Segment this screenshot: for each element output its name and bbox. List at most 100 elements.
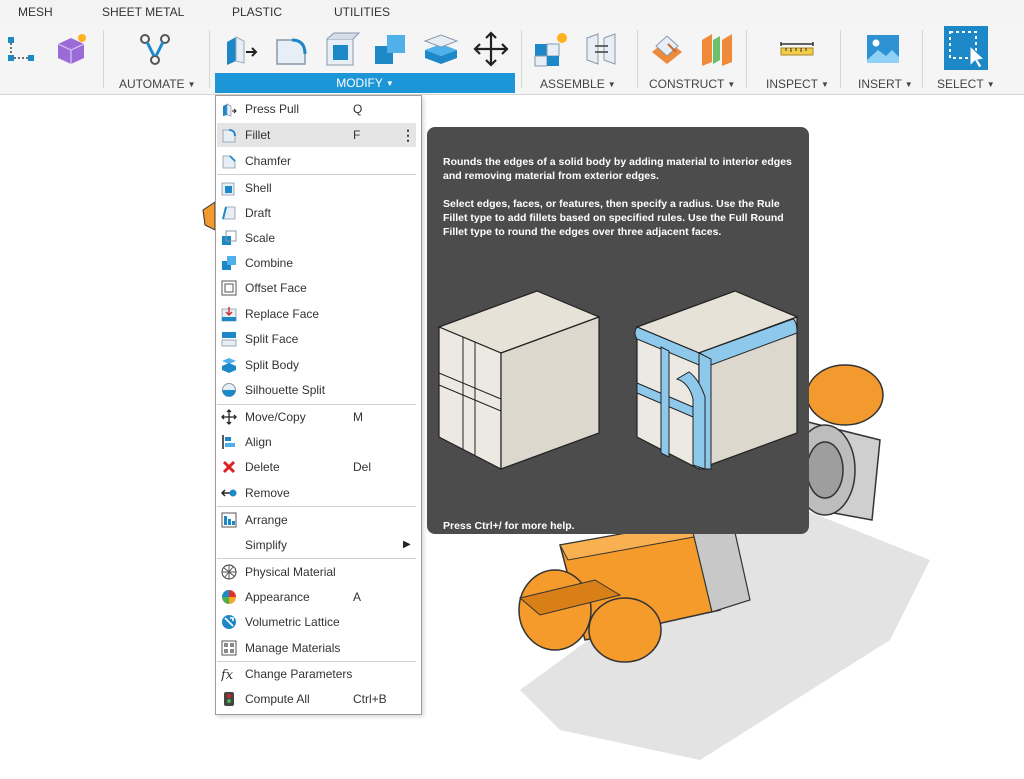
menu-item-label: Chamfer [245, 154, 292, 168]
menu-item-press-pull[interactable]: Press Pull Q [217, 97, 416, 121]
tab-utilities[interactable]: UTILITIES [334, 5, 390, 19]
menu-separator [217, 174, 416, 175]
menu-item-combine[interactable]: Combine [217, 251, 416, 275]
fillet-illustration [437, 290, 799, 470]
shell-icon[interactable] [322, 30, 360, 68]
menu-item-change-parameters[interactable]: fx Change Parameters [217, 662, 416, 686]
menu-item-arrange[interactable]: Arrange [217, 508, 416, 532]
new-component-icon[interactable] [532, 30, 570, 68]
menu-item-label: Delete [245, 460, 280, 474]
menu-item-volumetric-lattice[interactable]: Volumetric Lattice [217, 610, 416, 634]
menu-item-label: Silhouette Split [245, 383, 326, 397]
menu-item-label: Simplify [245, 538, 288, 552]
automate-group-label[interactable]: AUTOMATE ▼ [119, 76, 195, 92]
menu-item-remove[interactable]: Remove [217, 481, 416, 505]
separator [840, 30, 841, 88]
menu-item-label: Change Parameters [245, 667, 353, 681]
move-copy-icon[interactable] [472, 30, 510, 68]
menu-item-scale[interactable]: Scale [217, 226, 416, 250]
menu-item-draft[interactable]: Draft [217, 201, 416, 225]
tooltip-instructions: Select edges, faces, or features, then s… [443, 198, 784, 238]
form-icon[interactable] [52, 30, 90, 68]
menu-item-simplify[interactable]: Simplify ▶ [217, 533, 416, 557]
tab-plastic[interactable]: PLASTIC [232, 5, 282, 19]
menu-item-label: Fillet [245, 128, 271, 142]
modify-dropdown-menu: Press Pull Q Fillet F ⋮ Chamfer Shell Dr… [215, 95, 422, 715]
menu-item-silhouette-split[interactable]: Silhouette Split [217, 378, 416, 402]
separator [922, 30, 923, 88]
menu-separator [217, 506, 416, 507]
menu-item-chamfer[interactable]: Chamfer [217, 149, 416, 173]
tooltip-help-hint: Press Ctrl+/ for more help. [443, 520, 575, 532]
menu-item-split-body[interactable]: Split Body [217, 353, 416, 377]
menu-item-label: Press Pull [245, 102, 300, 116]
menu-item-label: Align [245, 435, 272, 449]
menu-item-replace-face[interactable]: Replace Face [217, 302, 416, 326]
menu-item-physical-material[interactable]: Physical Material [217, 560, 416, 584]
delete-icon [221, 459, 237, 475]
menu-item-align[interactable]: Align [217, 430, 416, 454]
menu-item-compute-all[interactable]: Compute All Ctrl+B [217, 687, 416, 711]
more-options-icon[interactable]: ⋮ [401, 123, 415, 147]
menu-item-shortcut: F [353, 128, 361, 142]
inspect-group-label[interactable]: INSPECT ▼ [766, 76, 829, 92]
assemble-group-label[interactable]: ASSEMBLE ▼ [540, 76, 616, 92]
tab-sheet-metal[interactable]: SHEET METAL [102, 5, 184, 19]
menu-item-fillet[interactable]: Fillet F ⋮ [217, 123, 416, 147]
menu-item-label: Volumetric Lattice [245, 615, 340, 629]
select-group-label[interactable]: SELECT ▼ [937, 76, 995, 92]
offset-face-icon[interactable] [422, 30, 460, 68]
tab-mesh[interactable]: MESH [18, 5, 53, 19]
construct-group-label[interactable]: CONSTRUCT ▼ [649, 76, 735, 92]
remove-icon [221, 485, 237, 501]
menu-item-label: Split Body [245, 358, 300, 372]
separator [103, 30, 104, 88]
menu-item-label: Scale [245, 231, 276, 245]
combine-icon [221, 255, 237, 271]
modify-dropdown-button[interactable]: MODIFY ▼ [215, 73, 515, 93]
menu-item-delete[interactable]: Delete Del [217, 455, 416, 479]
menu-item-appearance[interactable]: Appearance A [217, 585, 416, 609]
separator [746, 30, 747, 88]
menu-separator [217, 558, 416, 559]
automate-icon[interactable] [136, 30, 174, 68]
menu-item-manage-materials[interactable]: Manage Materials [217, 636, 416, 660]
fillet-icon[interactable] [272, 30, 310, 68]
menu-item-label: Manage Materials [245, 641, 341, 655]
align-icon [221, 434, 237, 450]
insert-group-label[interactable]: INSERT ▼ [858, 76, 913, 92]
silhouette-split-icon [221, 382, 237, 398]
select-icon[interactable] [944, 26, 988, 70]
separator [637, 30, 638, 88]
menu-item-label: Split Face [245, 332, 299, 346]
menu-item-shell[interactable]: Shell [217, 176, 416, 200]
joint-icon[interactable] [582, 30, 620, 68]
menu-item-label: Compute All [245, 692, 310, 706]
arrange-icon [221, 512, 237, 528]
tooltip-description: Rounds the edges of a solid body by addi… [443, 156, 792, 182]
manage-materials-icon [221, 640, 237, 656]
combine-icon[interactable] [372, 30, 410, 68]
toolbar-ribbon: AUTOMATE ▼ MODIFY ▼ ASSEMBLE ▼ CONSTRUCT ▼ I… [0, 24, 1024, 95]
physical-material-icon [221, 564, 237, 580]
sketch-icon[interactable] [2, 30, 40, 68]
menu-item-shortcut: A [353, 590, 362, 604]
menu-item-move-copy[interactable]: Move/Copy M [217, 405, 416, 429]
menu-item-split-face[interactable]: Split Face [217, 327, 416, 351]
press-pull-icon [221, 101, 237, 117]
insert-image-icon[interactable] [864, 30, 902, 68]
measure-icon[interactable] [778, 30, 816, 68]
split-body-icon [221, 357, 237, 373]
menu-item-label: Draft [245, 206, 272, 220]
submenu-arrow-icon: ▶ [403, 539, 411, 550]
shell-icon [221, 180, 237, 196]
offset-plane-icon[interactable] [648, 30, 686, 68]
menu-item-label: Arrange [245, 513, 288, 527]
midplane-icon[interactable] [698, 30, 736, 68]
menu-item-offset-face[interactable]: Offset Face [217, 276, 416, 300]
menu-item-label: Move/Copy [245, 410, 306, 424]
menu-item-label: Remove [245, 486, 290, 500]
replace-face-icon [221, 306, 237, 322]
menu-item-shortcut: M [353, 410, 363, 424]
press-pull-icon[interactable] [222, 30, 260, 68]
